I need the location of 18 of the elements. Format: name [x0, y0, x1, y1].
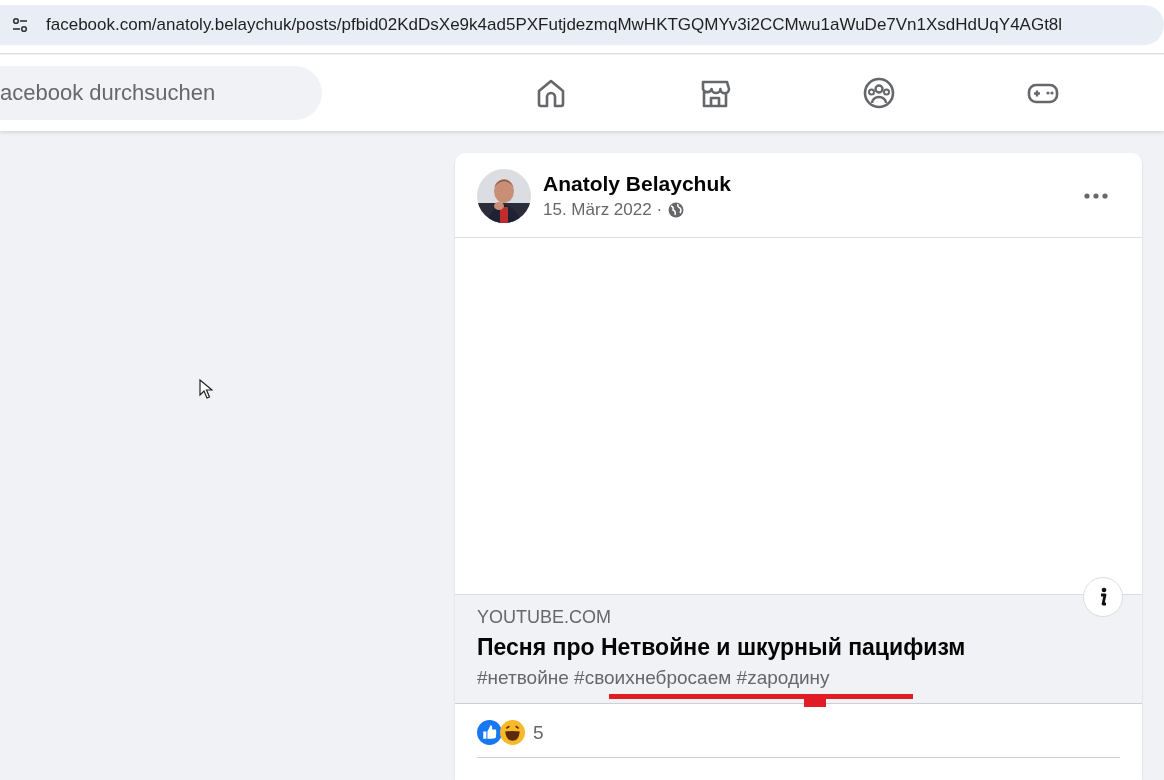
address-bar[interactable]: facebook.com/anatoly.belaychuk/posts/pfbid02KdDsXe9k4ad5PXFutjdezmqMwHKTGQMYv3i2CCMwu1aWuDe7Vn1XsdHdUqY4AGt8l [0, 5, 1164, 45]
like-icon [477, 720, 502, 745]
link-preview[interactable]: YOUTUBE.COM Песня про Нетвойне и шкурный пацифизм #нетвойне #своихнебросаем #zародину [455, 594, 1142, 704]
info-icon [1098, 587, 1108, 607]
post-date[interactable]: 15. März 2022 · [543, 200, 663, 220]
search-field[interactable]: acebook durchsuchen [0, 66, 322, 120]
link-domain: YOUTUBE.COM [477, 607, 611, 628]
group-icon[interactable] [862, 76, 896, 110]
reaction-count[interactable]: 5 [533, 721, 544, 744]
laugh-icon [500, 720, 525, 745]
site-settings-icon[interactable] [10, 15, 30, 35]
hashtags: #нетвойне #своихнебросаем #zародину [477, 667, 830, 689]
cursor-icon [199, 379, 213, 399]
more-options-icon[interactable] [1084, 193, 1108, 199]
url-text: facebook.com/anatoly.belaychuk/posts/pfbid02KdDsXe9k4ad5PXFutjdezmqMwHKTGQMYv3i2CCMwu1aWuDe7Vn1XsdHdUqY4AGt8l [46, 15, 1063, 35]
globe-icon [668, 202, 685, 218]
author-name[interactable]: Anatoly Belaychuk [543, 172, 731, 196]
link-title[interactable]: Песня про Нетвойне и шкурный пацифизм [477, 634, 966, 661]
